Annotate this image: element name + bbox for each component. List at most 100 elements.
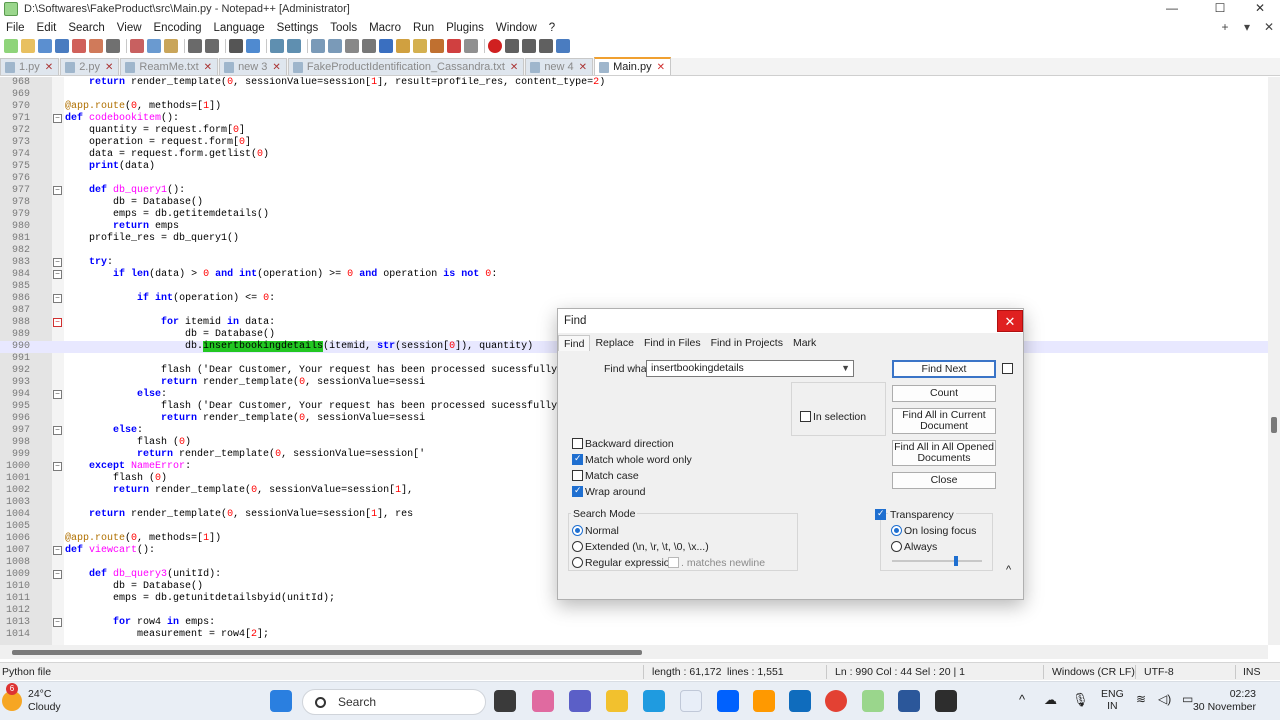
horizontal-scrollbar[interactable] (0, 645, 1268, 659)
tray-overflow-icon[interactable]: ^ (1019, 692, 1025, 707)
fold-toggle-icon[interactable]: − (53, 318, 62, 327)
tab-find-in-files[interactable]: Find in Files (639, 335, 706, 351)
tab-find[interactable]: Find (558, 335, 591, 351)
edge-icon[interactable] (643, 690, 665, 712)
find-icon[interactable] (229, 39, 243, 53)
tab-new-4[interactable]: new 4 ✕ (525, 58, 594, 75)
close-tab-icon[interactable]: ✕ (579, 62, 587, 73)
language-icon[interactable] (396, 39, 410, 53)
new-file-icon[interactable] (4, 39, 18, 53)
maximize-button[interactable]: ☐ (1200, 0, 1240, 18)
weather-widget[interactable]: 6 24°C Cloudy (2, 683, 61, 713)
taskbar-search[interactable]: Search (302, 689, 486, 715)
notepad-plus-plus-taskbar-icon[interactable] (862, 690, 884, 712)
onedrive-icon[interactable]: ☁ (1044, 692, 1057, 708)
amazon-icon[interactable] (753, 690, 775, 712)
find-all-opened-button[interactable]: Find All in All Opened Documents (892, 440, 996, 466)
count-button[interactable]: Count (892, 385, 996, 402)
code-line[interactable]: 977 − def db_query1(): (0, 185, 1268, 197)
close-tab-icon[interactable]: ✕ (105, 62, 113, 73)
code-line[interactable]: 970 @app.route(0, methods=[1]) (0, 101, 1268, 113)
show-all-characters-icon[interactable] (362, 39, 376, 53)
save-macro-icon[interactable] (556, 39, 570, 53)
tab-2-py[interactable]: 2.py ✕ (60, 58, 120, 75)
word-icon[interactable] (898, 690, 920, 712)
menu-macro[interactable]: Macro (363, 22, 407, 34)
tab-cassandra-txt[interactable]: FakeProductIdentification_Cassandra.txt ✕ (287, 58, 525, 75)
save-icon[interactable] (38, 39, 52, 53)
document-map-icon[interactable] (413, 39, 427, 53)
code-line[interactable]: 984 − if len(data) > 0 and int(operation)… (0, 269, 1268, 281)
close-icon[interactable] (72, 39, 86, 53)
code-line[interactable]: 986 − if int(operation) <= 0: (0, 293, 1268, 305)
new-tab-icon[interactable]: + (1214, 20, 1236, 34)
monitoring-icon[interactable] (464, 39, 478, 53)
fold-toggle-icon[interactable]: − (53, 426, 62, 435)
code-line[interactable]: 975 print(data) (0, 161, 1268, 173)
teams-icon[interactable] (569, 690, 591, 712)
play-macro-icon[interactable] (522, 39, 536, 53)
close-button[interactable]: Close (892, 472, 996, 489)
fold-toggle-icon[interactable]: − (53, 570, 62, 579)
on-losing-focus-radio[interactable] (891, 525, 902, 536)
code-line[interactable]: 1012 (0, 605, 1268, 617)
clock[interactable]: 02:23 30 November (1193, 688, 1256, 714)
fold-toggle-icon[interactable]: − (53, 114, 62, 123)
code-line[interactable]: 983 − try: (0, 257, 1268, 269)
code-line[interactable]: 978 db = Database() (0, 197, 1268, 209)
zoom-in-icon[interactable] (270, 39, 284, 53)
microphone-icon[interactable]: 🎙 (1072, 692, 1089, 708)
code-line[interactable]: 973 operation = request.form[0] (0, 137, 1268, 149)
sync-vertical-icon[interactable] (311, 39, 325, 53)
tab-main-py[interactable]: Main.py ✕ (594, 57, 671, 75)
fold-toggle-icon[interactable]: − (53, 390, 62, 399)
record-macro-icon[interactable] (488, 39, 502, 53)
extended-radio[interactable] (572, 541, 583, 552)
menu-tools[interactable]: Tools (324, 22, 363, 34)
close-tab-icon[interactable]: ✕ (272, 62, 280, 73)
run-macro-multiple-icon[interactable] (539, 39, 553, 53)
dropbox-icon[interactable] (717, 690, 739, 712)
print-icon[interactable] (106, 39, 120, 53)
code-line[interactable]: 981 profile_res = db_query1() (0, 233, 1268, 245)
folder-workspace-icon[interactable] (447, 39, 461, 53)
chevron-down-icon[interactable]: ▼ (841, 361, 850, 376)
menu-language[interactable]: Language (207, 22, 270, 34)
fold-toggle-icon[interactable]: − (53, 270, 62, 279)
function-list-icon[interactable] (430, 39, 444, 53)
code-line[interactable]: 971 − def codebookitem(): (0, 113, 1268, 125)
save-all-icon[interactable] (55, 39, 69, 53)
backward-direction-checkbox[interactable] (572, 438, 583, 449)
close-tab-icon[interactable]: ✕ (204, 62, 212, 73)
horizontal-scroll-thumb[interactable] (12, 650, 642, 655)
copy-icon[interactable] (147, 39, 161, 53)
fold-toggle-icon[interactable]: − (53, 258, 62, 267)
stop-macro-icon[interactable] (505, 39, 519, 53)
menu-window[interactable]: Window (490, 22, 543, 34)
menu-edit[interactable]: Edit (31, 22, 63, 34)
fold-toggle-icon[interactable]: − (53, 618, 62, 627)
tab-mark[interactable]: Mark (788, 335, 821, 351)
regex-radio[interactable] (572, 557, 583, 568)
battery-icon[interactable]: ▭ (1182, 692, 1193, 706)
sync-horizontal-icon[interactable] (328, 39, 342, 53)
find-dialog-close-button[interactable]: ✕ (997, 310, 1023, 332)
menu-file[interactable]: File (0, 22, 31, 34)
code-line[interactable]: 982 (0, 245, 1268, 257)
menu-search[interactable]: Search (62, 22, 110, 34)
terminal-icon[interactable] (935, 690, 957, 712)
word-wrap-icon[interactable] (345, 39, 359, 53)
code-line[interactable]: 1014 measurement = row4[2]; (0, 629, 1268, 641)
vertical-scrollbar[interactable] (1268, 77, 1280, 645)
in-selection-checkbox[interactable] (800, 411, 811, 422)
find-options-checkbox[interactable] (1002, 363, 1013, 374)
normal-radio[interactable] (572, 525, 583, 536)
transparency-checkbox[interactable] (875, 508, 886, 520)
code-line[interactable]: 1013 − for row4 in emps: (0, 617, 1268, 629)
close-tab-icon[interactable]: ✕ (45, 62, 53, 73)
close-all-icon[interactable] (89, 39, 103, 53)
menu-plugins[interactable]: Plugins (440, 22, 490, 34)
vertical-scroll-thumb[interactable] (1271, 417, 1277, 433)
menu-help[interactable]: ? (543, 22, 561, 34)
tab-new-3[interactable]: new 3 ✕ (219, 58, 287, 75)
